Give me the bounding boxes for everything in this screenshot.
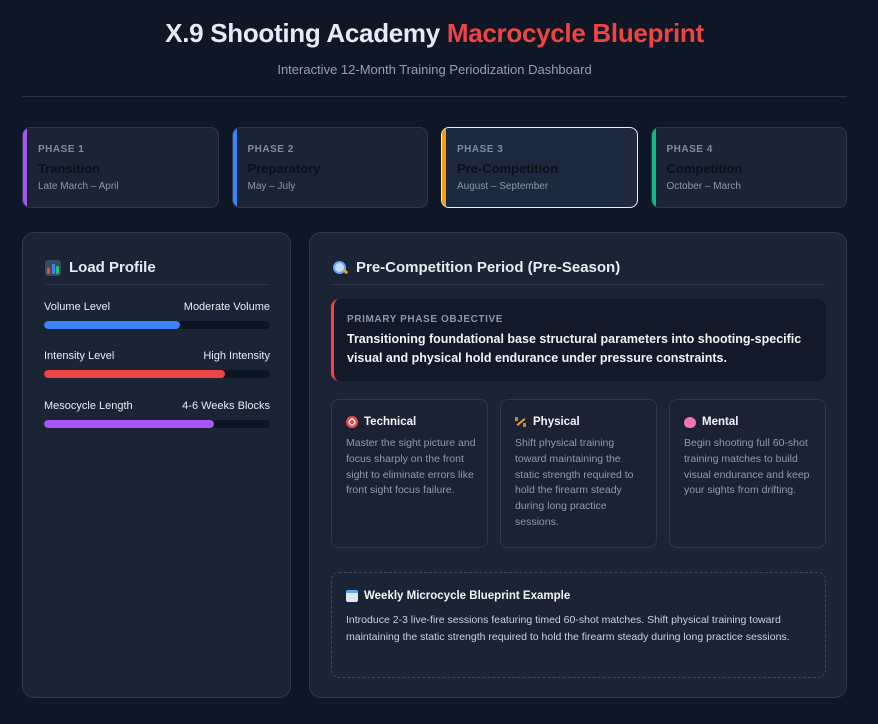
page-header: X.9 Shooting Academy Macrocycle Blueprin…: [22, 0, 847, 97]
meter-track: [44, 420, 270, 428]
phase-color-stripe: [232, 128, 237, 207]
mesocycle-fill: [44, 420, 214, 428]
phase-card-pre-competition[interactable]: PHASE 3 Pre-Competition August – Septemb…: [441, 127, 638, 208]
divider: [45, 284, 268, 285]
title-main: X.9 Shooting Academy: [165, 18, 440, 48]
intensity-meter: Intensity Level High Intensity: [44, 350, 270, 378]
calendar-icon: [346, 590, 358, 602]
load-profile-heading: Load Profile: [45, 259, 156, 276]
objective-text: Transitioning foundational base structur…: [347, 332, 802, 365]
phase-name: Competition: [666, 161, 743, 176]
meter-value: 4-6 Weeks Blocks: [182, 400, 270, 412]
phase-dates: October – March: [666, 181, 741, 192]
phase-card-transition[interactable]: PHASE 1 Transition Late March – April: [22, 127, 219, 208]
phase-card-preparatory[interactable]: PHASE 2 Preparatory May – July: [231, 127, 428, 208]
page-subtitle: Interactive 12-Month Training Periodizat…: [277, 62, 592, 77]
pillar-title: Physical: [533, 416, 580, 428]
weightlifter-icon: [515, 416, 527, 428]
phase-dates: Late March – April: [38, 181, 119, 192]
phase-number: PHASE 1: [38, 144, 85, 155]
phase-name: Preparatory: [247, 161, 321, 176]
volume-fill: [44, 321, 180, 329]
phase-number: PHASE 3: [457, 144, 504, 155]
title-accent: Macrocycle Blueprint: [446, 18, 704, 48]
meter-value: High Intensity: [203, 350, 270, 362]
pillar-title: Mental: [702, 416, 739, 428]
phase-number: PHASE 2: [247, 144, 294, 155]
weekly-text: Introduce 2-3 live-fire sessions featuri…: [346, 614, 790, 643]
meter-label: Volume Level: [44, 301, 111, 313]
meter-track: [44, 321, 270, 329]
brain-icon: [684, 416, 696, 428]
meter-track: [44, 370, 270, 378]
intensity-fill: [44, 370, 225, 378]
mesocycle-meter: Mesocycle Length 4-6 Weeks Blocks: [44, 400, 270, 428]
phase-color-stripe: [23, 128, 27, 207]
meter-label: Intensity Level: [44, 350, 115, 362]
phase-selector: PHASE 1 Transition Late March – April PH…: [22, 127, 847, 208]
load-profile-panel: Load Profile Volume Level Moderate Volume…: [22, 232, 291, 698]
phase-card-competition[interactable]: PHASE 4 Competition October – March: [650, 127, 847, 208]
pillar-technical: Technical Master the sight picture and f…: [331, 399, 488, 548]
pillar-physical: Physical Shift physical training toward …: [500, 399, 657, 548]
pillar-mental: Mental Begin shooting full 60-shot train…: [669, 399, 826, 548]
phase-dates: May – July: [247, 181, 296, 192]
pillar-text: Master the sight picture and focus sharp…: [346, 437, 476, 497]
dashboard-page: X.9 Shooting Academy Macrocycle Blueprin…: [0, 0, 878, 724]
objective-callout: PRIMARY PHASE OBJECTIVE Transitioning fo…: [331, 299, 826, 381]
pillar-title: Technical: [364, 416, 417, 428]
load-profile-title: Load Profile: [69, 259, 156, 276]
phase-name: Transition: [38, 161, 101, 176]
bar-chart-icon: [45, 259, 61, 276]
phase-color-stripe: [651, 128, 656, 207]
meter-value: Moderate Volume: [183, 301, 270, 313]
magnifier-icon: [332, 260, 348, 276]
phase-dates: August – September: [457, 181, 549, 192]
meter-label: Mesocycle Length: [44, 400, 133, 412]
phase-number: PHASE 4: [666, 144, 713, 155]
detail-title: Pre-Competition Period (Pre-Season): [356, 259, 621, 276]
weekly-microcycle-box: Weekly Microcycle Blueprint Example Intr…: [331, 572, 826, 678]
pillar-cards: Technical Master the sight picture and f…: [331, 399, 826, 548]
page-title: X.9 Shooting Academy Macrocycle Blueprin…: [22, 18, 847, 49]
weekly-title: Weekly Microcycle Blueprint Example: [364, 590, 571, 602]
phase-detail-panel: Pre-Competition Period (Pre-Season) PRIM…: [309, 232, 847, 698]
target-icon: [346, 416, 358, 428]
pillar-text: Begin shooting full 60-shot training mat…: [684, 437, 810, 497]
divider: [332, 284, 825, 285]
volume-meter: Volume Level Moderate Volume: [44, 301, 270, 329]
detail-heading: Pre-Competition Period (Pre-Season): [332, 259, 620, 276]
pillar-text: Shift physical training toward maintaini…: [515, 437, 634, 528]
phase-color-stripe: [442, 128, 446, 207]
phase-name: Pre-Competition: [457, 161, 559, 176]
objective-label: PRIMARY PHASE OBJECTIVE: [347, 314, 504, 325]
